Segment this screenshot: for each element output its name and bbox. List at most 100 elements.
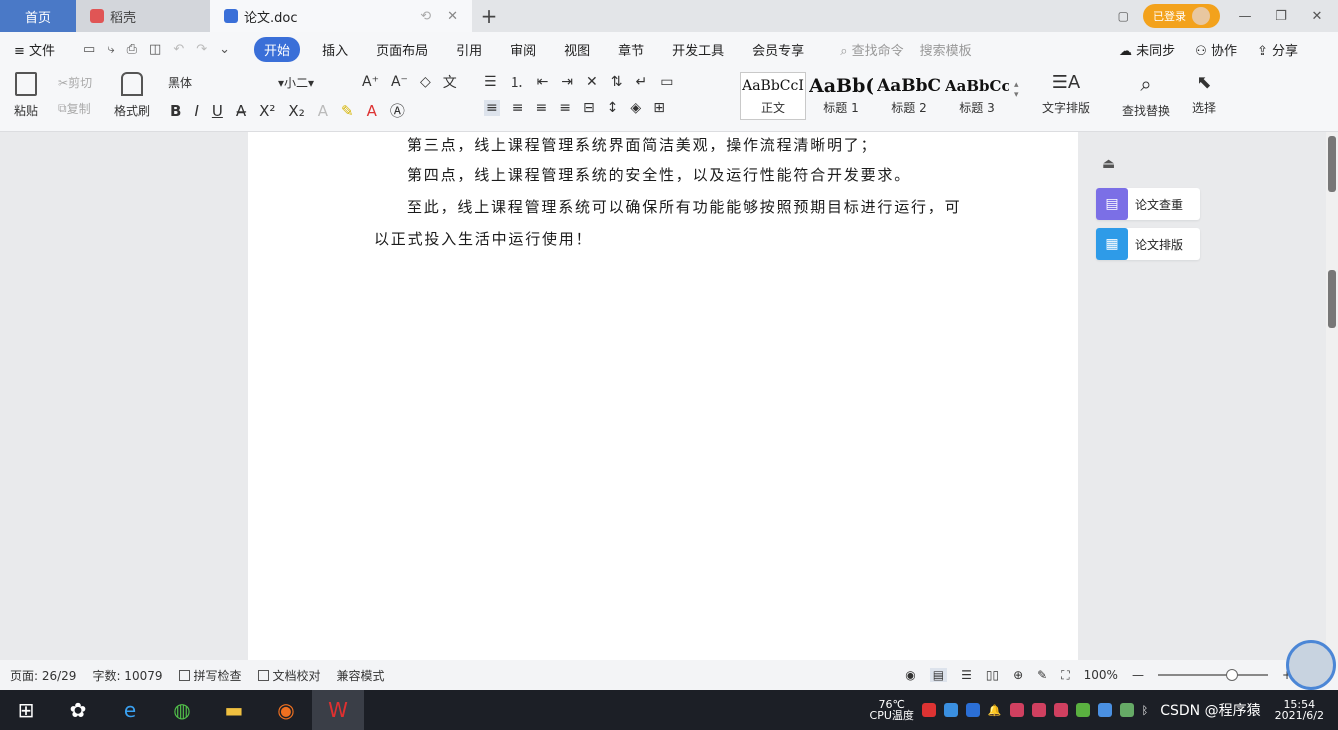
- vertical-scrollbar[interactable]: [1326, 132, 1338, 660]
- shading-icon[interactable]: ◈: [630, 100, 641, 116]
- tab-start[interactable]: 开始: [254, 36, 301, 62]
- text-effect-icon[interactable]: A: [318, 102, 328, 120]
- borders-icon[interactable]: ⊞: [653, 100, 665, 116]
- grow-font-icon[interactable]: A⁺: [362, 74, 379, 90]
- font-color-icon[interactable]: A: [367, 102, 377, 120]
- eye-protection-icon[interactable]: ◉: [905, 668, 915, 682]
- zoom-slider[interactable]: [1157, 669, 1268, 681]
- tray-app-icon[interactable]: [1075, 703, 1090, 717]
- file-menu[interactable]: ≡ 文件: [14, 40, 55, 59]
- paste-button[interactable]: 粘贴: [14, 72, 38, 119]
- tab-insert[interactable]: 插入: [322, 40, 348, 59]
- chinese-layout-icon[interactable]: ✕: [586, 74, 598, 90]
- show-marks-icon[interactable]: ↵: [636, 74, 648, 90]
- align-left-icon[interactable]: ≡: [484, 100, 500, 116]
- user-account-badge[interactable]: 已登录: [1143, 4, 1220, 28]
- undo-icon[interactable]: ↶: [173, 42, 184, 57]
- bluetooth-icon[interactable]: ᛒ: [1142, 704, 1149, 717]
- save-icon[interactable]: ▭: [83, 42, 95, 57]
- sort-icon[interactable]: ⇅: [611, 74, 623, 90]
- word-count[interactable]: 字数: 10079: [92, 667, 162, 684]
- browser-360-icon[interactable]: ◍: [156, 690, 208, 730]
- sync-status[interactable]: ☁ 未同步: [1119, 40, 1175, 59]
- format-painter-button[interactable]: 格式刷: [114, 72, 150, 119]
- app-launcher-icon[interactable]: ✿: [52, 690, 104, 730]
- outline-view-icon[interactable]: ☰: [961, 668, 972, 682]
- decrease-indent-icon[interactable]: ⇤: [537, 74, 549, 90]
- clock[interactable]: 15:54 2021/6/2: [1275, 699, 1324, 721]
- tab-daoke[interactable]: 稻壳: [76, 0, 210, 32]
- plagiarism-check-button[interactable]: ▤ 论文查重: [1096, 188, 1200, 220]
- styles-scroll-icon[interactable]: ▴ ▾: [1014, 80, 1019, 100]
- zoom-slider-knob[interactable]: [1226, 669, 1239, 681]
- template-search[interactable]: 搜索模板: [920, 40, 972, 59]
- notification-icon[interactable]: 🔔: [988, 704, 1002, 717]
- tray-app-icon[interactable]: [943, 703, 958, 717]
- page-view-icon[interactable]: ▤: [929, 668, 948, 682]
- floating-assistant-button[interactable]: [1286, 640, 1336, 690]
- tray-app-icon[interactable]: [1119, 703, 1134, 717]
- web-view-icon[interactable]: ⊕: [1013, 668, 1023, 682]
- font-size-select[interactable]: ▾ 小二 ▾: [278, 74, 354, 91]
- new-tab-button[interactable]: +: [472, 0, 506, 32]
- scrollbar-thumb[interactable]: [1328, 270, 1336, 328]
- font-name-select[interactable]: 黑体: [168, 74, 272, 91]
- page-indicator[interactable]: 页面: 26/29: [10, 667, 76, 684]
- style-heading-3[interactable]: AaBbCcI 标题 3: [944, 72, 1010, 120]
- tab-member[interactable]: 会员专享: [752, 40, 804, 59]
- minimize-icon[interactable]: —: [1234, 9, 1256, 24]
- cut-button[interactable]: ✂ 剪切: [58, 74, 92, 91]
- fit-page-icon[interactable]: ⛶: [1061, 668, 1069, 683]
- zoom-out-icon[interactable]: —: [1132, 668, 1144, 682]
- wps-writer-icon[interactable]: W: [312, 690, 364, 730]
- align-right-icon[interactable]: ≡: [535, 100, 547, 116]
- proofread-toggle[interactable]: 文档校对: [257, 667, 321, 684]
- clear-format-icon[interactable]: ◇: [420, 74, 431, 90]
- tab-view[interactable]: 视图: [564, 40, 590, 59]
- tray-app-icon[interactable]: [1097, 703, 1112, 717]
- justify-icon[interactable]: ≡: [559, 100, 571, 116]
- windows-start-icon[interactable]: ⊞: [0, 690, 52, 730]
- scrollbar-thumb[interactable]: [1328, 136, 1336, 192]
- tray-app-icon[interactable]: [1053, 703, 1068, 717]
- sync-icon[interactable]: ⟲: [420, 9, 431, 24]
- ruler-icon[interactable]: ▭: [660, 74, 673, 90]
- restore-icon[interactable]: ❐: [1270, 9, 1292, 24]
- bullet-list-icon[interactable]: ☰: [484, 74, 497, 90]
- style-normal[interactable]: AaBbCcI 正文: [740, 72, 806, 120]
- shrink-font-icon[interactable]: A⁻: [391, 74, 408, 90]
- bold-icon[interactable]: B: [170, 102, 181, 120]
- zoom-level[interactable]: 100%: [1084, 668, 1118, 682]
- style-heading-2[interactable]: AaBbC 标题 2: [876, 72, 942, 120]
- reading-view-icon[interactable]: ▯▯: [986, 668, 999, 682]
- highlight-icon[interactable]: ✎: [341, 102, 354, 120]
- increase-indent-icon[interactable]: ⇥: [561, 74, 573, 90]
- write-view-icon[interactable]: ✎: [1037, 668, 1047, 682]
- tab-developer[interactable]: 开发工具: [672, 40, 724, 59]
- select-button[interactable]: ⬉ 选择: [1192, 72, 1216, 116]
- command-search[interactable]: ⌕ 查找命令: [840, 40, 903, 59]
- collaborate-button[interactable]: ⚇ 协作: [1195, 40, 1237, 59]
- text-layout-button[interactable]: ☰A 文字排版: [1042, 72, 1090, 116]
- line-spacing-icon[interactable]: ↕: [607, 100, 619, 116]
- numbered-list-icon[interactable]: ⒈: [510, 72, 524, 92]
- tab-chapter[interactable]: 章节: [618, 40, 644, 59]
- tab-home[interactable]: 首页: [0, 0, 76, 32]
- print-icon[interactable]: ⎙: [127, 42, 137, 57]
- distribute-icon[interactable]: ⊟: [583, 100, 595, 116]
- style-heading-1[interactable]: AaBb( 标题 1: [808, 72, 874, 120]
- superscript-icon[interactable]: X²: [259, 102, 275, 120]
- strikethrough-icon[interactable]: A̶: [236, 102, 246, 120]
- find-replace-button[interactable]: ⌕ 查找替换: [1122, 72, 1170, 119]
- collapse-panel-icon[interactable]: ⏏: [1102, 156, 1115, 172]
- thesis-layout-button[interactable]: ▦ 论文排版: [1096, 228, 1200, 260]
- print-preview-icon[interactable]: ◫: [149, 42, 161, 57]
- share-button[interactable]: ⇪ 分享: [1257, 40, 1298, 59]
- italic-icon[interactable]: I: [194, 102, 198, 120]
- underline-icon[interactable]: U: [212, 102, 223, 120]
- subscript-icon[interactable]: X₂: [288, 102, 304, 120]
- ie-browser-icon[interactable]: e: [104, 690, 156, 730]
- tray-app-icon[interactable]: [921, 703, 936, 717]
- view-mode-icon[interactable]: ▢: [1118, 9, 1129, 23]
- char-border-icon[interactable]: Ⓐ: [390, 100, 405, 121]
